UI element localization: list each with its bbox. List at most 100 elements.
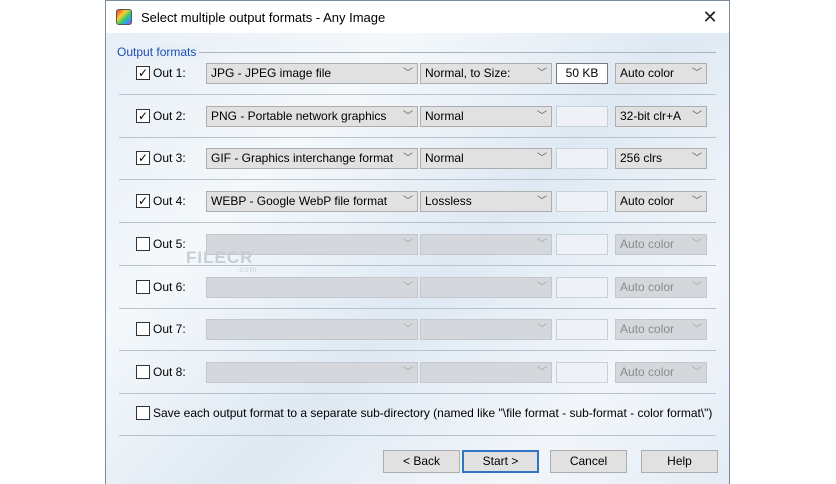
size-input: [556, 191, 608, 213]
subformat-dropdown-value: Normal, to Size:: [425, 66, 511, 80]
size-input: [556, 361, 608, 383]
chevron-down-icon: ﹀: [537, 196, 547, 208]
output-label: Out 5:: [153, 236, 186, 251]
format-dropdown[interactable]: GIF - Graphics interchange format ﹀: [206, 148, 418, 170]
output-row-2: ✓ Out 2: PNG - Portable network graphics ﹀ N…: [136, 105, 716, 127]
color-dropdown-value: Auto color: [620, 322, 675, 337]
output-checkbox[interactable]: [136, 279, 150, 294]
subformat-dropdown-value: Lossless: [425, 194, 472, 209]
chevron-down-icon: ﹀: [537, 366, 547, 378]
output-row-6: Out 6: ﹀ ﹀ Auto color ﹀: [136, 276, 716, 298]
chevron-down-icon: ﹀: [403, 68, 413, 79]
color-dropdown: Auto color ﹀: [615, 233, 707, 255]
separator: [119, 393, 716, 394]
close-button[interactable]: ✕: [699, 6, 721, 28]
color-dropdown-value: 32-bit clr+A: [620, 108, 682, 123]
format-dropdown-value: GIF - Graphics interchange format: [211, 151, 394, 166]
output-label: Out 7:: [153, 322, 186, 337]
row-separator: [119, 222, 716, 224]
subformat-dropdown: ﹀: [420, 276, 552, 298]
format-dropdown: ﹀: [206, 361, 418, 383]
row-separator: [119, 350, 716, 352]
watermark-sub: .com: [236, 265, 258, 274]
format-dropdown[interactable]: PNG - Portable network graphics ﹀: [206, 105, 418, 127]
color-dropdown-value: Auto color: [620, 279, 675, 294]
row-separator: [119, 94, 716, 95]
chevron-down-icon: ﹀: [692, 196, 702, 208]
cancel-button[interactable]: Cancel: [550, 450, 627, 473]
app-icon: [116, 9, 132, 25]
output-label: Out 1:: [153, 66, 186, 80]
row-separator: [119, 136, 716, 138]
output-checkbox[interactable]: ✓: [136, 194, 150, 209]
format-dropdown[interactable]: JPG - JPEG image file ﹀: [206, 63, 418, 84]
output-checkbox[interactable]: ✓: [136, 151, 150, 166]
chevron-down-icon: ﹀: [692, 110, 702, 122]
subformat-dropdown: ﹀: [420, 233, 552, 255]
output-checkbox[interactable]: ✓: [136, 108, 150, 123]
format-dropdown-value: PNG - Portable network graphics: [211, 108, 387, 123]
window-title: Select multiple output formats - Any Ima…: [141, 9, 386, 25]
chevron-down-icon: ﹀: [537, 281, 547, 293]
chevron-down-icon: ﹀: [692, 68, 702, 79]
help-button[interactable]: Help: [641, 450, 718, 473]
subformat-dropdown-value: Normal: [425, 151, 464, 166]
subdir-option[interactable]: Save each output format to a separate su…: [136, 403, 716, 424]
chevron-down-icon: ﹀: [537, 68, 547, 79]
color-dropdown[interactable]: Auto color ﹀: [615, 191, 707, 213]
subformat-dropdown[interactable]: Normal ﹀: [420, 105, 552, 127]
output-row-4: ✓ Out 4: WEBP - Google WebP file format ﹀ Lo…: [136, 191, 716, 213]
color-dropdown[interactable]: Auto color ﹀: [615, 63, 707, 84]
size-input[interactable]: 50 KB: [556, 63, 608, 84]
chevron-down-icon: ﹀: [692, 238, 702, 250]
color-dropdown: Auto color ﹀: [615, 276, 707, 298]
start-button[interactable]: Start >: [462, 450, 539, 473]
color-dropdown-value: Auto color: [620, 236, 675, 251]
color-dropdown-value: Auto color: [620, 364, 675, 379]
output-formats-group: [119, 52, 716, 53]
size-input: [556, 148, 608, 170]
chevron-down-icon: ﹀: [692, 366, 702, 378]
group-legend: Output formats: [114, 45, 200, 59]
subdir-label: Save each output format to a separate su…: [153, 406, 713, 420]
size-input: [556, 105, 608, 127]
row-separator: [119, 179, 716, 181]
output-checkbox[interactable]: [136, 236, 150, 251]
back-button[interactable]: < Back: [383, 450, 460, 473]
dialog-window: Select multiple output formats - Any Ima…: [105, 0, 730, 484]
output-label: Out 6:: [153, 279, 186, 294]
size-input: [556, 233, 608, 255]
title-bar: Select multiple output formats - Any Ima…: [106, 1, 729, 33]
format-dropdown[interactable]: WEBP - Google WebP file format ﹀: [206, 191, 418, 213]
subformat-dropdown[interactable]: Normal, to Size: ﹀: [420, 63, 552, 84]
chevron-down-icon: ﹀: [537, 110, 547, 122]
chevron-down-icon: ﹀: [403, 110, 413, 122]
output-label: Out 2:: [153, 108, 186, 123]
color-dropdown[interactable]: 256 clrs ﹀: [615, 148, 707, 170]
chevron-down-icon: ﹀: [403, 281, 413, 293]
watermark: FILECR .com: [186, 248, 257, 274]
format-dropdown: ﹀: [206, 276, 418, 298]
chevron-down-icon: ﹀: [403, 324, 413, 336]
color-dropdown: Auto color ﹀: [615, 361, 707, 383]
output-checkbox[interactable]: [136, 364, 150, 379]
output-row-7: Out 7: ﹀ ﹀ Auto color ﹀: [136, 319, 716, 341]
subdir-checkbox[interactable]: [136, 406, 150, 420]
color-dropdown-value: Auto color: [620, 194, 675, 209]
output-checkbox[interactable]: [136, 322, 150, 337]
output-checkbox[interactable]: ✓: [136, 66, 150, 80]
chevron-down-icon: ﹀: [403, 153, 413, 165]
chevron-down-icon: ﹀: [692, 153, 702, 165]
chevron-down-icon: ﹀: [403, 196, 413, 208]
separator: [119, 435, 716, 436]
size-input: [556, 319, 608, 341]
chevron-down-icon: ﹀: [403, 238, 413, 250]
color-dropdown[interactable]: 32-bit clr+A ﹀: [615, 105, 707, 127]
subformat-dropdown[interactable]: Lossless ﹀: [420, 191, 552, 213]
subformat-dropdown[interactable]: Normal ﹀: [420, 148, 552, 170]
color-dropdown-value: Auto color: [620, 66, 675, 80]
chevron-down-icon: ﹀: [692, 281, 702, 293]
chevron-down-icon: ﹀: [537, 238, 547, 250]
color-dropdown-value: 256 clrs: [620, 151, 663, 166]
chevron-down-icon: ﹀: [403, 366, 413, 378]
